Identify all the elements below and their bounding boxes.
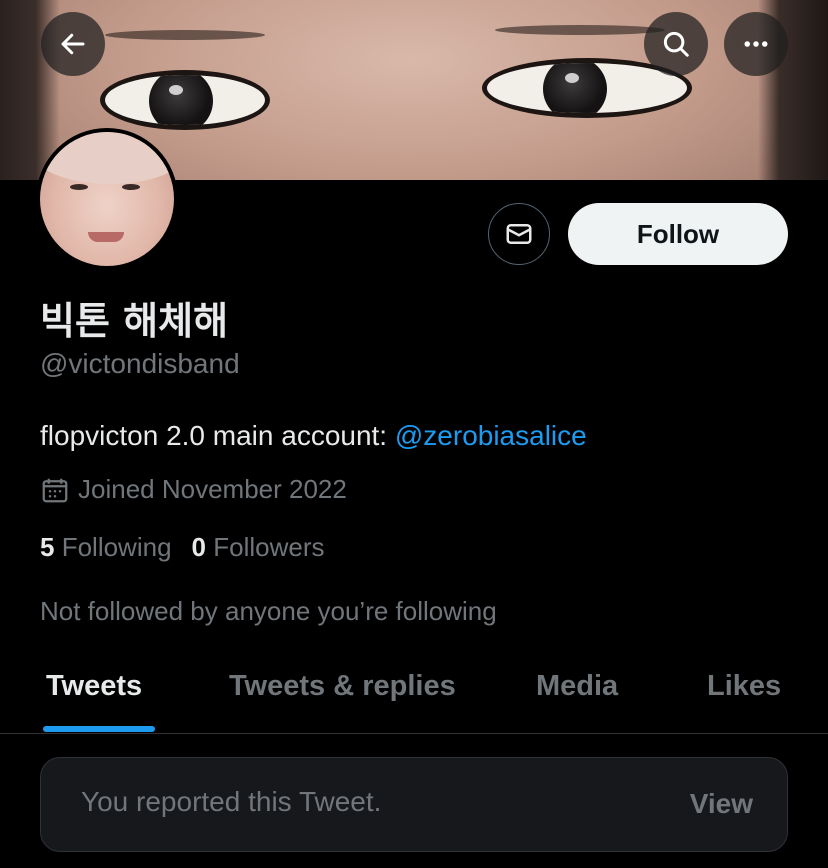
tab-tweets-replies[interactable]: Tweets & replies <box>229 670 456 703</box>
follow-button[interactable]: Follow <box>568 203 788 265</box>
display-name: 빅톤 해체해 <box>40 299 229 343</box>
tab-media[interactable]: Media <box>536 670 618 703</box>
reported-tweet-text: You reported this Tweet. <box>81 786 382 817</box>
joined-date: Joined November 2022 <box>40 474 347 505</box>
bio-text: flopvicton 2.0 main account: <box>40 420 395 451</box>
arrow-left-icon <box>61 33 85 55</box>
bio-mention-link[interactable]: @zerobiasalice <box>395 420 587 451</box>
reported-tweet-notice: You reported this Tweet. View <box>40 757 788 852</box>
banner-eyebrow-right <box>495 25 665 35</box>
following-label: Following <box>61 532 172 562</box>
avatar[interactable] <box>36 128 178 270</box>
mail-icon <box>506 224 532 244</box>
joined-text: Joined November 2022 <box>78 474 347 504</box>
followers-label: Followers <box>213 532 325 562</box>
followers-link[interactable]: 0 Followers <box>192 532 325 563</box>
more-options-button[interactable] <box>724 12 788 76</box>
tab-tweets[interactable]: Tweets <box>46 670 142 703</box>
follow-stats: 5 Following 0 Followers <box>40 532 324 563</box>
search-button[interactable] <box>644 12 708 76</box>
following-count: 5 <box>40 532 55 562</box>
following-link[interactable]: 5 Following <box>40 532 172 563</box>
banner-eyebrow-left <box>105 30 265 40</box>
message-button[interactable] <box>488 203 550 265</box>
user-handle: @victondisband <box>40 348 240 379</box>
back-button[interactable] <box>41 12 105 76</box>
not-followed-note: Not followed by anyone you’re following <box>40 596 497 626</box>
avatar-image <box>40 132 174 266</box>
search-icon <box>663 31 689 57</box>
bio: flopvicton 2.0 main account: @zerobiasal… <box>40 420 587 452</box>
calendar-icon <box>42 478 68 502</box>
banner-eye-left <box>100 70 270 130</box>
more-horizontal-icon <box>744 41 768 47</box>
view-button[interactable]: View <box>690 788 753 820</box>
active-tab-indicator <box>43 726 155 732</box>
followers-count: 0 <box>191 532 206 562</box>
tab-likes[interactable]: Likes <box>707 670 781 703</box>
profile-tabs: Tweets Tweets & replies Media Likes <box>0 662 828 734</box>
